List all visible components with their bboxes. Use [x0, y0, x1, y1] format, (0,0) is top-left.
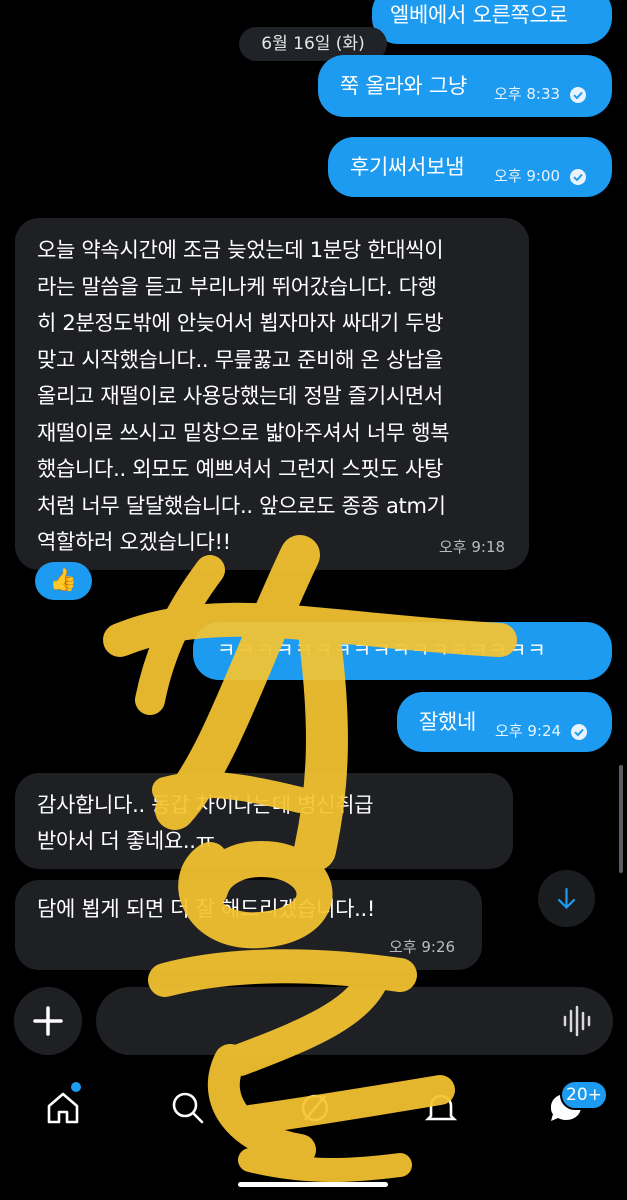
message-bubble-outgoing[interactable]: 쭉 올라와 그냥 오후 8:33 [318, 55, 612, 117]
message-text: 엘베에서 오른쪽으로 [390, 3, 568, 27]
home-indicator [238, 1182, 388, 1187]
reaction-badge[interactable]: 👍 [35, 562, 92, 600]
thumbs-up-icon: 👍 [49, 568, 78, 593]
message-line: 재떨이로 쓰시고 밑창으로 밟아주셔서 너무 행복 [37, 420, 450, 445]
message-line: 오늘 약속시간에 조금 늦었는데 1분당 한대씩이 [37, 238, 444, 262]
read-check-icon [569, 168, 586, 185]
message-time: 오후 9:18 [439, 538, 506, 556]
home-icon [47, 1092, 79, 1124]
message-text: 잘했네 [419, 710, 477, 734]
message-input[interactable] [96, 987, 613, 1055]
bottom-nav: 20+ [0, 1070, 627, 1200]
message-line: 감사합니다.. 동갑 차이나는데 병신취급 [37, 793, 374, 817]
nav-notifications[interactable] [421, 1088, 461, 1132]
read-check-icon [569, 86, 586, 103]
message-text: 오늘 약속시간에 조금 늦었는데 1분당 한대씩이 라는 말씀을 듣고 부리나케… [37, 232, 529, 561]
unread-badge: 20+ [560, 1080, 608, 1110]
message-time: 오후 9:24 [495, 720, 588, 741]
read-check-icon [570, 723, 587, 740]
date-separator-label: 6월 16일 (화) [261, 34, 365, 54]
message-text: ㅋㅋㅋㅋㅋㅋㅋㅋㅋㅋㅋㅋㅋㅋㅋㅋㅋ [217, 638, 547, 662]
message-time-label: 오후 9:24 [495, 722, 562, 740]
message-line: 했습니다.. 외모도 예쁘셔서 그런지 스핏도 사탕 [37, 457, 444, 481]
message-line: 받아서 더 좋네요..ㅠ [37, 829, 215, 853]
search-icon [172, 1092, 204, 1124]
voice-message-button[interactable] [560, 1003, 596, 1039]
message-time-label: 오후 9:00 [494, 167, 561, 185]
bell-icon [424, 1094, 458, 1121]
message-text: 후기써서보냄 [350, 155, 465, 179]
message-bubble-outgoing[interactable]: 엘베에서 오른쪽으로 [372, 0, 612, 44]
message-time-label: 오후 8:33 [494, 85, 561, 103]
plus-icon [33, 1006, 63, 1036]
message-text: 쭉 올라와 그냥 [340, 74, 467, 98]
nav-messages[interactable]: 20+ [546, 1080, 608, 1132]
nav-search[interactable] [168, 1088, 208, 1132]
message-line: 올리고 재떨이로 사용당했는데 정말 즐기시면서 [37, 384, 443, 408]
message-bubble-incoming[interactable]: 오늘 약속시간에 조금 늦었는데 1분당 한대씩이 라는 말씀을 듣고 부리나케… [15, 218, 529, 570]
message-bubble-outgoing[interactable]: 잘했네 오후 9:24 [397, 692, 612, 752]
message-bubble-outgoing[interactable]: 후기써서보냄 오후 9:00 [328, 137, 612, 197]
notification-dot [71, 1082, 81, 1092]
scroll-to-bottom-button[interactable] [538, 870, 595, 927]
waveform-icon [563, 1005, 591, 1037]
message-bubble-incoming[interactable]: 담에 뵙게 되면 더 잘 해드리겠습니다..! 오후 9:26 [15, 880, 482, 970]
message-text: 담에 뵙게 되면 더 잘 해드리겠습니다..! [37, 897, 376, 921]
grok-icon [301, 1094, 329, 1122]
message-time: 오후 8:33 [494, 83, 587, 104]
message-line: 히 2분정도밖에 안늦어서 뵙자마자 싸대기 두방 [37, 311, 444, 335]
message-line: 처럼 너무 달달했습니다.. 앞으로도 종종 atm기 [37, 493, 446, 518]
message-line: 맞고 시작했습니다.. 무릎꿇고 준비해 온 상납을 [37, 347, 444, 372]
message-text: 감사합니다.. 동갑 차이나는데 병신취급 받아서 더 좋네요..ㅠ [37, 787, 513, 859]
message-bubble-incoming[interactable]: 감사합니다.. 동갑 차이나는데 병신취급 받아서 더 좋네요..ㅠ [15, 773, 513, 869]
message-line: 라는 말씀을 듣고 부리나케 뛰어갔습니다. 다행 [37, 274, 437, 299]
message-time: 오후 9:00 [494, 165, 587, 186]
arrow-down-icon [557, 887, 576, 910]
nav-grok[interactable] [295, 1088, 335, 1132]
add-attachment-button[interactable] [14, 987, 82, 1055]
message-time: 오후 9:26 [389, 938, 456, 956]
scrollbar[interactable] [619, 765, 623, 873]
message-bubble-outgoing[interactable]: ㅋㅋㅋㅋㅋㅋㅋㅋㅋㅋㅋㅋㅋㅋㅋㅋㅋ [193, 622, 612, 680]
nav-home[interactable] [43, 1082, 83, 1132]
